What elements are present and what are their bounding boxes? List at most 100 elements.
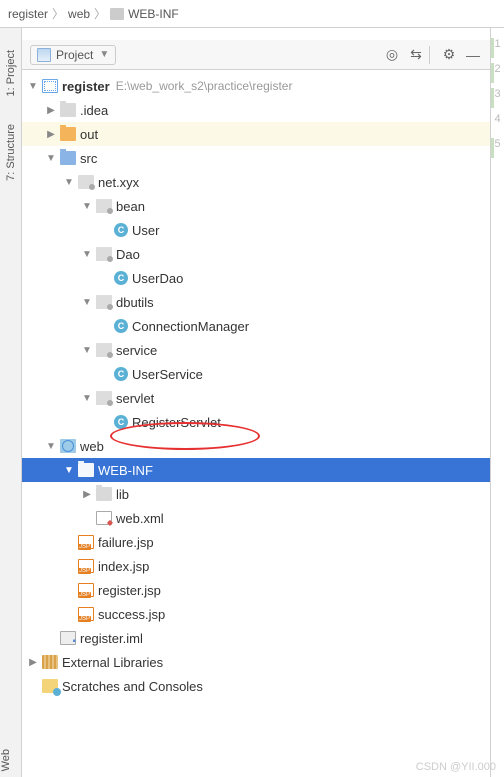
node-label: web: [80, 439, 104, 454]
node-label: UserService: [132, 367, 203, 382]
jsp-file-icon: [78, 559, 94, 573]
expand-toggle[interactable]: [80, 297, 94, 308]
node-label: failure.jsp: [98, 535, 154, 550]
tree-node-idea[interactable]: .idea: [22, 98, 490, 122]
package-icon: [96, 391, 112, 405]
expand-toggle[interactable]: [80, 345, 94, 356]
expand-toggle[interactable]: [80, 249, 94, 260]
source-folder-icon: [60, 151, 76, 165]
expand-toggle[interactable]: [26, 657, 40, 668]
line-number: 1: [494, 38, 500, 50]
expand-toggle[interactable]: [80, 201, 94, 212]
node-label: servlet: [116, 391, 154, 406]
collapse-all-icon[interactable]: ⇆: [407, 46, 425, 64]
breadcrumb-item[interactable]: WEB-INF: [128, 7, 179, 21]
tree-node-package[interactable]: net.xyx: [22, 170, 490, 194]
project-icon: [37, 48, 51, 62]
expand-toggle[interactable]: [44, 105, 58, 116]
folder-icon: [60, 103, 76, 117]
breadcrumb-item[interactable]: register: [8, 7, 48, 21]
tree-node-dbutils[interactable]: dbutils: [22, 290, 490, 314]
node-label: .idea: [80, 103, 108, 118]
tab-project[interactable]: 1: Project: [3, 46, 19, 100]
tree-node-bean[interactable]: bean: [22, 194, 490, 218]
watermark-text: CSDN @YII.000: [416, 761, 496, 773]
tab-structure[interactable]: 7: Structure: [3, 120, 19, 185]
xml-file-icon: [96, 511, 112, 525]
breadcrumb-item[interactable]: web: [68, 7, 90, 21]
tree-node-lib[interactable]: lib: [22, 482, 490, 506]
locate-icon[interactable]: ◎: [383, 46, 401, 64]
expand-toggle[interactable]: [44, 153, 58, 164]
class-icon: [114, 367, 128, 381]
node-label: dbutils: [116, 295, 154, 310]
iml-file-icon: [60, 631, 76, 645]
jsp-file-icon: [78, 535, 94, 549]
hide-icon[interactable]: —: [464, 46, 482, 64]
tree-node-class[interactable]: UserService: [22, 362, 490, 386]
folder-icon: [96, 487, 112, 501]
expand-toggle[interactable]: [80, 489, 94, 500]
expand-toggle[interactable]: [80, 393, 94, 404]
tree-node-class-registerservlet[interactable]: RegisterServlet: [22, 410, 490, 434]
tree-node-iml[interactable]: register.iml: [22, 626, 490, 650]
node-label: bean: [116, 199, 145, 214]
expand-toggle[interactable]: [44, 129, 58, 140]
class-icon: [114, 271, 128, 285]
node-label: ConnectionManager: [132, 319, 249, 334]
tree-node-class[interactable]: UserDao: [22, 266, 490, 290]
tree-node-webxml[interactable]: web.xml: [22, 506, 490, 530]
project-tree[interactable]: register E:\web_work_s2\practice\registe…: [22, 70, 490, 777]
gear-icon[interactable]: ⚙: [440, 46, 458, 64]
node-label: WEB-INF: [98, 463, 153, 478]
tree-node-jsp[interactable]: register.jsp: [22, 578, 490, 602]
node-label: success.jsp: [98, 607, 165, 622]
tree-node-src[interactable]: src: [22, 146, 490, 170]
line-number: 3: [494, 88, 500, 100]
package-icon: [96, 199, 112, 213]
tree-node-external-libraries[interactable]: External Libraries: [22, 650, 490, 674]
tree-node-webinf[interactable]: WEB-INF: [22, 458, 490, 482]
folder-icon: [78, 463, 94, 477]
left-tool-tabs: 1: Project 7: Structure: [0, 28, 22, 777]
package-icon: [96, 343, 112, 357]
package-icon: [96, 295, 112, 309]
node-label: service: [116, 343, 157, 358]
node-label: register.jsp: [98, 583, 161, 598]
tree-node-jsp[interactable]: index.jsp: [22, 554, 490, 578]
package-icon: [96, 247, 112, 261]
expand-toggle[interactable]: [44, 441, 58, 452]
tree-node-jsp[interactable]: failure.jsp: [22, 530, 490, 554]
tree-node-scratches[interactable]: Scratches and Consoles: [22, 674, 490, 698]
chevron-right-icon: 〉: [52, 5, 64, 22]
expand-toggle[interactable]: [26, 81, 40, 92]
class-icon: [114, 319, 128, 333]
tree-node-web[interactable]: web: [22, 434, 490, 458]
tree-node-jsp[interactable]: success.jsp: [22, 602, 490, 626]
folder-icon: [110, 8, 124, 20]
tree-node-class[interactable]: User: [22, 218, 490, 242]
chevron-right-icon: 〉: [94, 5, 106, 22]
line-number: 4: [494, 113, 500, 125]
class-icon: [114, 415, 128, 429]
module-icon: [42, 79, 58, 93]
tree-node-service[interactable]: service: [22, 338, 490, 362]
node-label: register: [62, 79, 110, 94]
project-view-selector[interactable]: Project ▼: [30, 45, 116, 65]
tree-node-servlet[interactable]: servlet: [22, 386, 490, 410]
tree-node-class[interactable]: ConnectionManager: [22, 314, 490, 338]
node-label: web.xml: [116, 511, 164, 526]
panel-header: Project ▼ ◎ ⇆ ⚙ —: [22, 40, 490, 70]
node-label: Scratches and Consoles: [62, 679, 203, 694]
tree-node-root[interactable]: register E:\web_work_s2\practice\registe…: [22, 74, 490, 98]
node-label: register.iml: [80, 631, 143, 646]
node-label: index.jsp: [98, 559, 149, 574]
tree-node-dao[interactable]: Dao: [22, 242, 490, 266]
tree-node-out[interactable]: out: [22, 122, 490, 146]
breadcrumb: register 〉 web 〉 WEB-INF: [0, 0, 504, 28]
panel-title: Project: [56, 48, 93, 62]
web-folder-icon: [60, 439, 76, 453]
expand-toggle[interactable]: [62, 177, 76, 188]
tab-web[interactable]: Web: [0, 749, 22, 771]
expand-toggle[interactable]: [62, 465, 76, 476]
